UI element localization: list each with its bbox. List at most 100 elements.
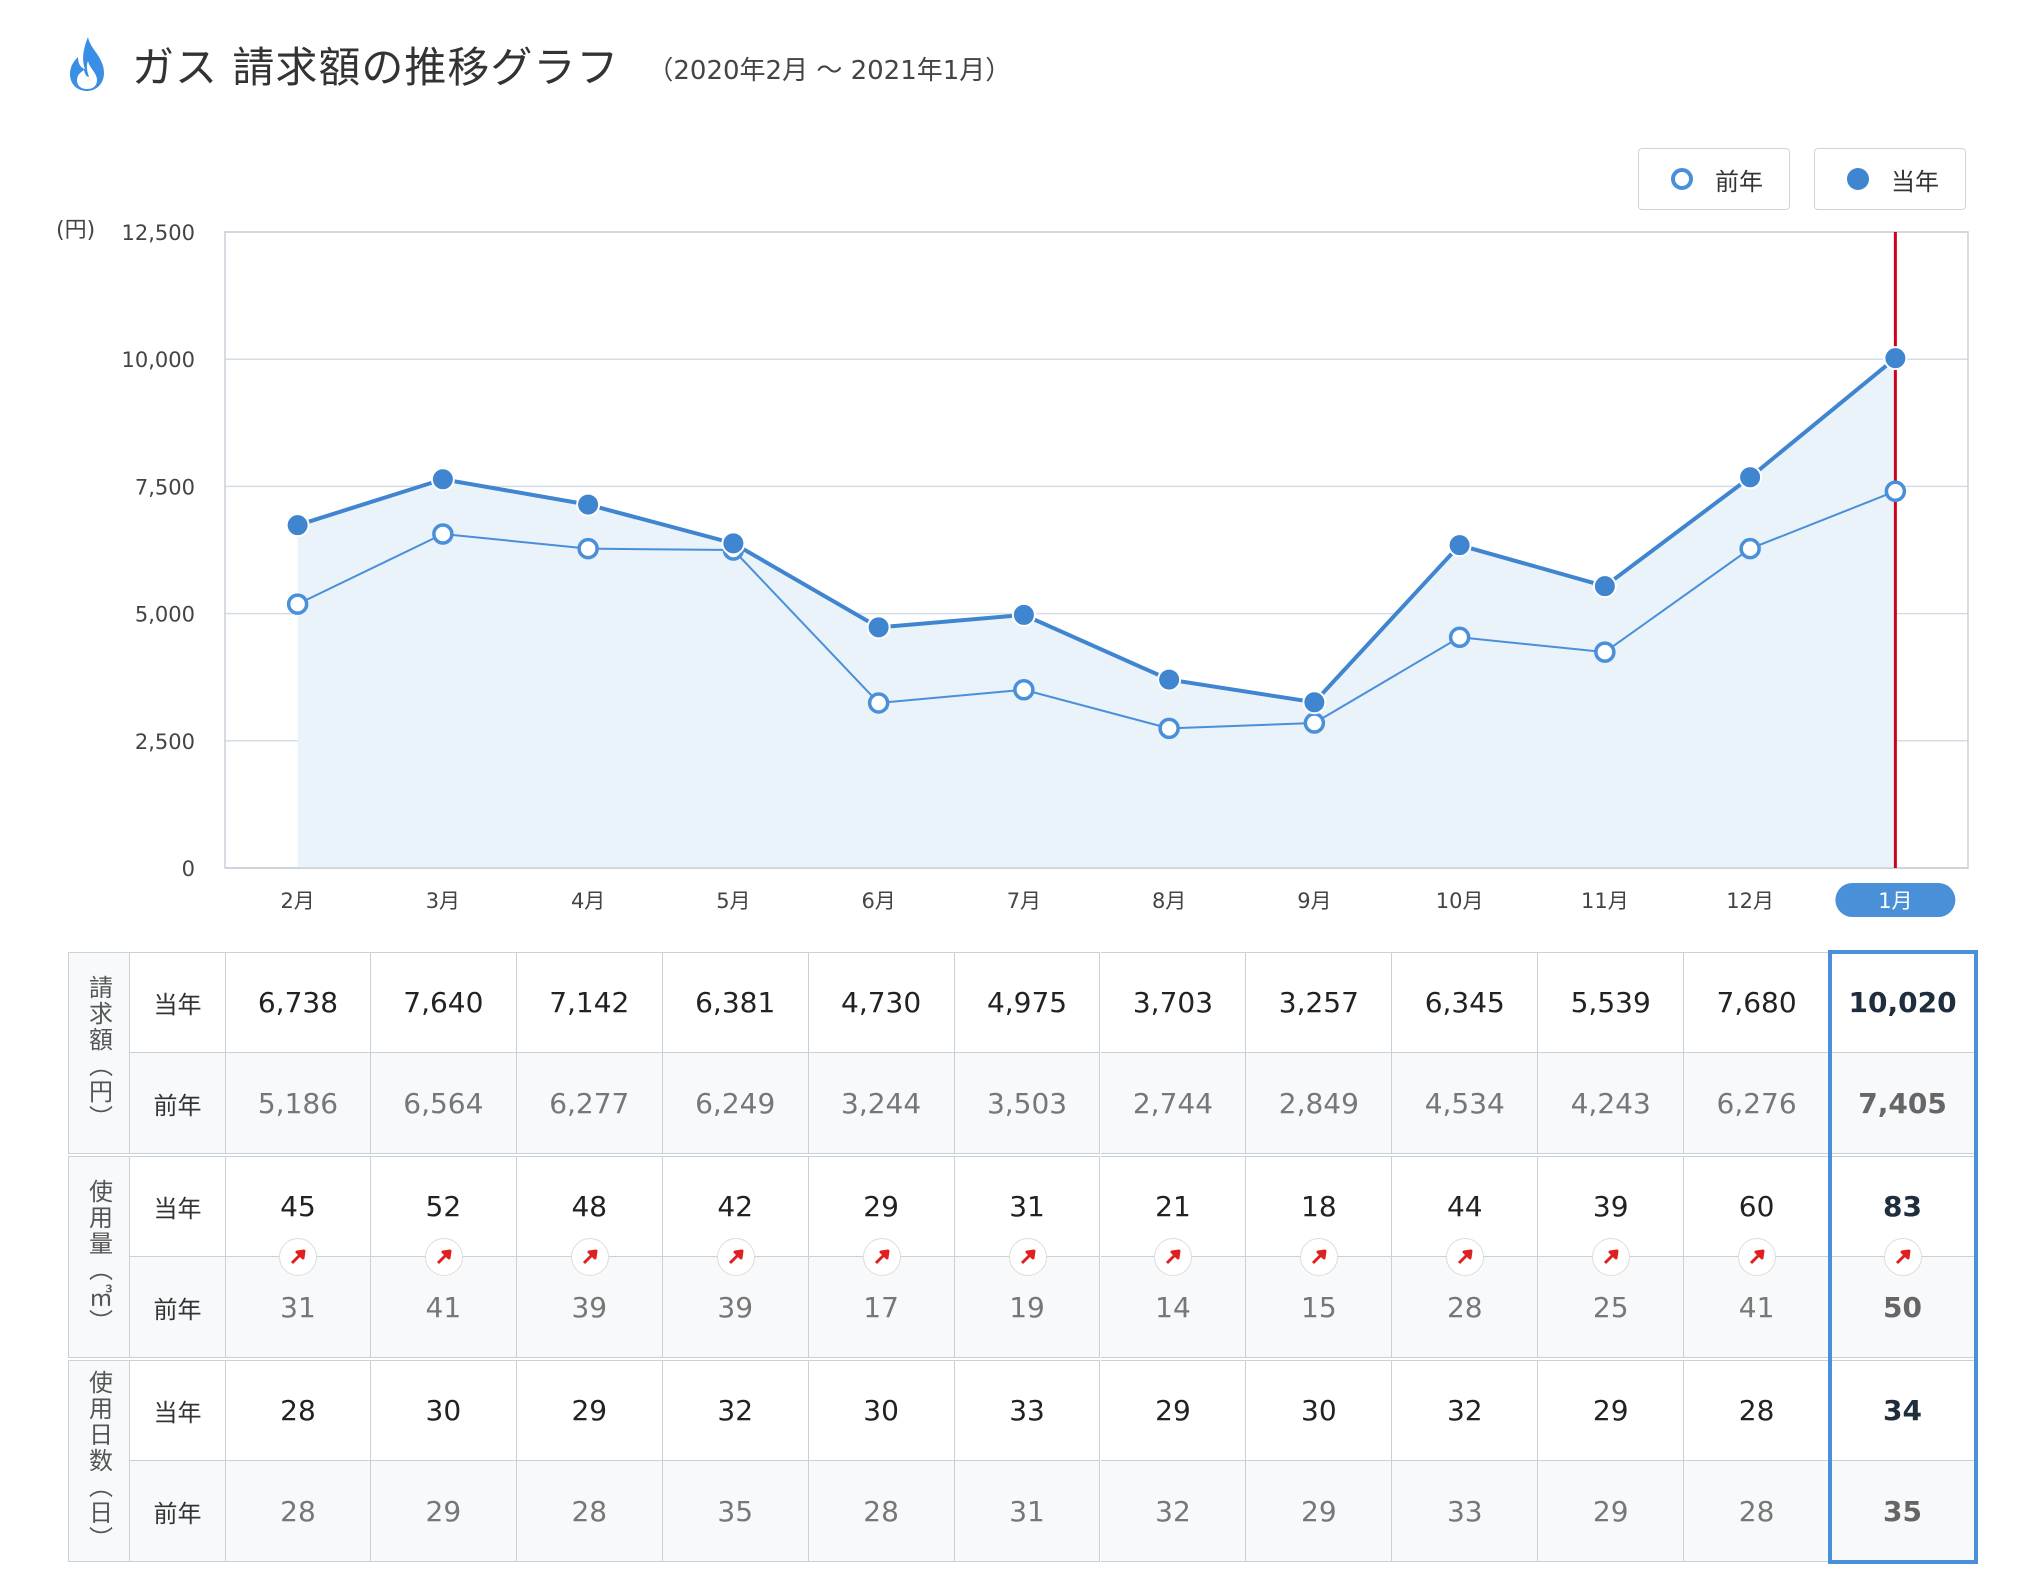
table-value: 29 bbox=[863, 1190, 899, 1223]
x-tick-label[interactable]: 2月 bbox=[280, 889, 314, 913]
x-tick-label[interactable]: 7月 bbox=[1007, 889, 1041, 913]
x-tick-label[interactable]: 1月 bbox=[1878, 889, 1912, 913]
table-cell: 4,243 bbox=[1538, 1053, 1685, 1154]
previous-year-point[interactable] bbox=[867, 692, 890, 714]
table-value: 17 bbox=[863, 1290, 899, 1324]
table-group-label-cell: 使用量（㎥） bbox=[68, 1156, 129, 1358]
table-value: 4,243 bbox=[1570, 1086, 1651, 1120]
current-year-point[interactable] bbox=[1011, 602, 1036, 627]
table-row-label-cell: 前年 bbox=[129, 1053, 225, 1154]
table-value: 30 bbox=[1301, 1394, 1337, 1427]
table-cell: 6,276 bbox=[1684, 1053, 1831, 1154]
table-cell: 5,186 bbox=[225, 1053, 371, 1154]
table-value: 60 bbox=[1738, 1190, 1775, 1223]
previous-year-point[interactable] bbox=[1884, 480, 1907, 502]
y-tick-label: 10,000 bbox=[122, 348, 195, 372]
table-value: 14 bbox=[1155, 1290, 1191, 1324]
table-value: 4,975 bbox=[986, 986, 1068, 1019]
table-group-label: 請求額（円） bbox=[84, 975, 113, 1131]
current-year-point[interactable] bbox=[430, 467, 455, 492]
table-cell: 3,503 bbox=[954, 1053, 1101, 1154]
table-value: 5,539 bbox=[1570, 986, 1651, 1019]
previous-year-point[interactable] bbox=[1448, 626, 1471, 649]
table-cell: 3,257 bbox=[1246, 952, 1393, 1053]
table-cell: 29 bbox=[516, 1360, 663, 1461]
x-tick-label[interactable]: 5月 bbox=[716, 889, 750, 913]
table-value: 3,257 bbox=[1278, 986, 1359, 1019]
x-tick-label[interactable]: 10月 bbox=[1436, 889, 1484, 913]
current-year-point[interactable] bbox=[1592, 574, 1617, 599]
current-year-point[interactable] bbox=[866, 615, 891, 640]
table-cell: 35 bbox=[662, 1461, 809, 1562]
x-tick-label[interactable]: 4月 bbox=[571, 889, 605, 913]
x-tick-label[interactable]: 12月 bbox=[1726, 889, 1774, 913]
table-row-label: 当年 bbox=[153, 1399, 202, 1427]
arrow-up-right-icon bbox=[862, 1238, 901, 1276]
table-cell: 33 bbox=[954, 1360, 1101, 1461]
current-year-point[interactable] bbox=[721, 531, 746, 556]
table-row-label: 前年 bbox=[153, 1295, 202, 1324]
table-value: 31 bbox=[280, 1290, 316, 1324]
x-tick-label[interactable]: 3月 bbox=[426, 889, 460, 913]
arrow-up-right-icon bbox=[716, 1238, 755, 1276]
table-row-label-cell: 前年 bbox=[129, 1257, 225, 1358]
table-cell: 4,975 bbox=[954, 952, 1101, 1053]
current-year-point[interactable] bbox=[1883, 346, 1908, 371]
y-tick-label: 7,500 bbox=[135, 475, 195, 499]
current-year-point[interactable] bbox=[1738, 465, 1763, 490]
x-axis-ticks: 2月 3月 4月 5月 6月 7月 8月 9月 10月 11月 12月 1月 bbox=[280, 883, 1956, 917]
table-value: 18 bbox=[1301, 1190, 1337, 1223]
table-value: 31 bbox=[1009, 1494, 1045, 1528]
table-value: 28 bbox=[571, 1494, 608, 1528]
table-value: 25 bbox=[1592, 1290, 1629, 1324]
previous-year-point[interactable] bbox=[1739, 537, 1761, 560]
table-value: 6,249 bbox=[695, 1086, 776, 1120]
table-cell: 28 bbox=[1684, 1461, 1831, 1562]
y-tick-label: 5,000 bbox=[135, 603, 195, 627]
table-value: 6,277 bbox=[549, 1086, 630, 1120]
table-value: 28 bbox=[1446, 1290, 1483, 1324]
table-value: 15 bbox=[1301, 1290, 1337, 1324]
table-value: 29 bbox=[1155, 1394, 1191, 1427]
table-group-label-cell: 請求額（円） bbox=[68, 952, 129, 1154]
table-cell: 4,730 bbox=[808, 952, 955, 1053]
x-tick-label[interactable]: 8月 bbox=[1152, 889, 1186, 913]
table-cell: 28 bbox=[225, 1360, 371, 1461]
table-value: 33 bbox=[1446, 1494, 1483, 1528]
x-tick-label[interactable]: 6月 bbox=[861, 889, 895, 913]
previous-year-point[interactable] bbox=[577, 537, 599, 560]
table-cell: 3,244 bbox=[808, 1053, 955, 1154]
table-cell: 7,405 bbox=[1830, 1053, 1976, 1154]
y-tick-label: 12,500 bbox=[122, 221, 195, 245]
table-value: 19 bbox=[1009, 1290, 1045, 1324]
previous-year-point[interactable] bbox=[1303, 712, 1326, 734]
current-year-point[interactable] bbox=[285, 513, 310, 538]
table-value: 3,703 bbox=[1132, 986, 1214, 1019]
table-cell: 32 bbox=[662, 1360, 809, 1461]
current-year-point[interactable] bbox=[1302, 690, 1327, 715]
current-year-point[interactable] bbox=[1447, 533, 1472, 558]
table-value: 10,020 bbox=[1848, 986, 1957, 1019]
previous-year-point[interactable] bbox=[1158, 717, 1180, 740]
billing-line-chart: 2月 3月 4月 5月 6月 7月 8月 9月 10月 11月 12月 1月 0 2,500 5,000 7… bbox=[56, 218, 1969, 917]
table-value: 5,186 bbox=[257, 1086, 339, 1120]
previous-year-point[interactable] bbox=[286, 593, 309, 615]
arrow-up-right-icon bbox=[570, 1238, 609, 1276]
table-cell: 28 bbox=[1684, 1360, 1831, 1461]
previous-year-point[interactable] bbox=[1013, 679, 1035, 701]
previous-year-point[interactable] bbox=[1594, 641, 1616, 663]
x-tick-label[interactable]: 9月 bbox=[1297, 889, 1331, 913]
table-value: 45 bbox=[280, 1190, 316, 1223]
table-value: 35 bbox=[717, 1494, 754, 1528]
table-value: 83 bbox=[1883, 1190, 1923, 1223]
table-value: 2,744 bbox=[1132, 1086, 1214, 1120]
x-tick-label[interactable]: 11月 bbox=[1581, 889, 1629, 913]
table-value: 29 bbox=[1592, 1394, 1629, 1427]
current-year-point[interactable] bbox=[1157, 667, 1182, 692]
current-year-point[interactable] bbox=[576, 492, 601, 517]
previous-year-point[interactable] bbox=[432, 523, 454, 545]
table-value: 29 bbox=[1301, 1494, 1337, 1528]
table-cell: 6,564 bbox=[370, 1053, 517, 1154]
table-cell: 4,534 bbox=[1392, 1053, 1539, 1154]
table-row-label-cell: 当年 bbox=[129, 1156, 225, 1257]
